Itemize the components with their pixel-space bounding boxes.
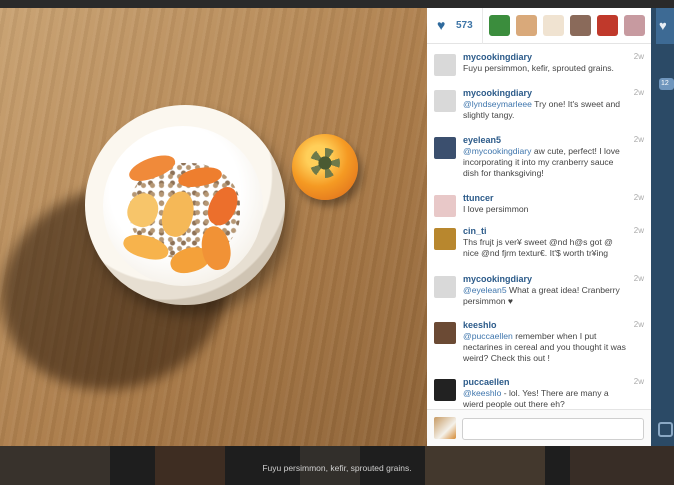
comment-username[interactable]: mycookingdiary — [463, 52, 627, 63]
comment-item: ttuncer I love persimmon 2w — [427, 185, 651, 218]
comment-item: cin_ti Ths fruјt јs ver¥ sweet @nd h@s g… — [427, 218, 651, 266]
post-photo[interactable] — [0, 8, 427, 446]
liker-avatar[interactable] — [624, 15, 645, 36]
liker-avatar[interactable] — [489, 15, 510, 36]
comment-list: mycookingdiary Fuyu persimmon, kefir, sp… — [427, 44, 651, 409]
avatar[interactable] — [434, 90, 456, 112]
comment-mention[interactable]: @mycookingdiary — [463, 146, 531, 156]
comment-username[interactable]: keeshlo — [463, 320, 627, 331]
comment-composer — [427, 409, 651, 446]
comment-text: I love persimmon — [463, 204, 529, 214]
camera-icon — [658, 422, 673, 437]
liker-avatar[interactable] — [516, 15, 537, 36]
comment-time: 2w — [633, 377, 644, 386]
comment-item: mycookingdiary @lyndseymarleee Try one! … — [427, 80, 651, 127]
current-user-avatar — [434, 417, 456, 439]
comment-username[interactable]: mycookingdiary — [463, 274, 627, 285]
like-button[interactable]: ♥ 573 — [427, 8, 482, 44]
next-post-preview[interactable]: ♥ 12 — [651, 8, 674, 446]
comment-username[interactable]: ttuncer — [463, 193, 627, 204]
liker-avatar[interactable] — [570, 15, 591, 36]
comment-username[interactable]: mycookingdiary — [463, 88, 627, 99]
heart-icon: ♥ — [659, 18, 667, 33]
comment-time: 2w — [633, 193, 644, 202]
comment-mention[interactable]: @keeshlo — [463, 388, 501, 398]
comment-username[interactable]: eyelean5 — [463, 135, 627, 146]
comment-time: 2w — [633, 226, 644, 235]
liker-avatar[interactable] — [543, 15, 564, 36]
comment-time: 2w — [633, 88, 644, 97]
heart-icon: ♥ — [437, 17, 446, 33]
persimmon-calyx — [310, 148, 340, 178]
avatar[interactable] — [434, 54, 456, 76]
likers-list — [482, 7, 651, 44]
comment-text: Ths fruјt јs ver¥ sweet @nd h@s got @ ni… — [463, 237, 613, 258]
avatar[interactable] — [434, 137, 456, 159]
photo-caption: Fuyu persimmon, kefir, sprouted grains. — [262, 463, 412, 473]
comment-text: Fuyu persimmon, kefir, sprouted grains. — [463, 63, 614, 73]
comment-item: mycookingdiary @eyelean5 What a great id… — [427, 266, 651, 312]
comment-mention[interactable]: @eyelean5 — [463, 285, 507, 295]
comment-time: 2w — [633, 135, 644, 144]
comment-item: eyelean5 @mycookingdiary aw cute, perfec… — [427, 127, 651, 185]
comment-username[interactable]: puccaellen — [463, 377, 627, 388]
comment-mention[interactable]: @puccaellen — [463, 331, 513, 341]
comment-item: keeshlo @puccaellen remember when I put … — [427, 312, 651, 369]
comments-panel: ♥ 573 mycookingdiary Fuyu persimmon, kef… — [427, 7, 651, 446]
avatar[interactable] — [434, 195, 456, 217]
photo-viewer: ♥ 573 mycookingdiary Fuyu persimmon, kef… — [0, 0, 674, 485]
comment-item: mycookingdiary Fuyu persimmon, kefir, sp… — [427, 44, 651, 80]
comment-time: 2w — [633, 52, 644, 61]
next-like-count: 12 — [659, 78, 674, 90]
comment-mention[interactable]: @lyndseymarleee — [463, 99, 532, 109]
like-count[interactable]: 573 — [456, 20, 473, 31]
comment-item: puccaellen @keeshlo - lol. Yes! There ar… — [427, 369, 651, 409]
comment-time: 2w — [633, 274, 644, 283]
avatar[interactable] — [434, 322, 456, 344]
avatar[interactable] — [434, 228, 456, 250]
liker-avatar[interactable] — [597, 15, 618, 36]
comment-username[interactable]: cin_ti — [463, 226, 627, 237]
avatar[interactable] — [434, 379, 456, 401]
avatar[interactable] — [434, 276, 456, 298]
comment-time: 2w — [633, 320, 644, 329]
comment-input[interactable] — [462, 418, 644, 440]
likes-header: ♥ 573 — [427, 7, 651, 44]
